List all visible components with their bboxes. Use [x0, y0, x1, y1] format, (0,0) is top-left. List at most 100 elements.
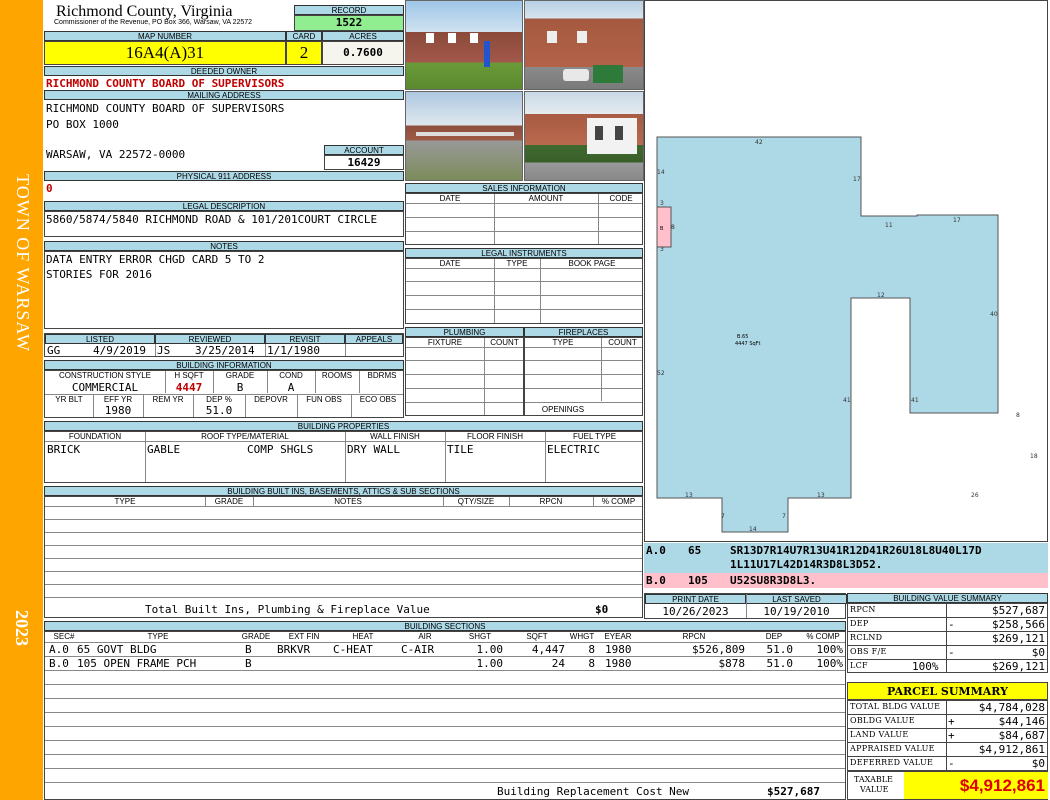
- section-row-a: A.0 65 GOVT BLDG B BRKVR C-HEAT C-AIR 1.…: [49, 643, 843, 656]
- svg-text:42: 42: [755, 139, 763, 146]
- sketch-code-a: A.0 65 SR13D7R14U7R13U41R12D41R26U18L8U4…: [644, 543, 1048, 573]
- builtins-col-qty: QTY/SIZE: [457, 497, 495, 506]
- sec-col-whgt: WHGT: [569, 632, 595, 641]
- sketch-area-code: B.65: [737, 334, 748, 340]
- fireplaces-table: TYPE COUNT OPENINGS: [524, 337, 643, 416]
- svg-text:7: 7: [721, 513, 725, 520]
- sec-col-sec: SEC#: [53, 632, 75, 641]
- taxable-label-2: VALUE: [860, 785, 889, 794]
- dep-value: 51.0: [205, 404, 233, 417]
- reviewed-date: 3/25/2014: [195, 344, 255, 357]
- notes-line-2: STORIES FOR 2016: [46, 268, 152, 281]
- sketch-code-b: B.0 105 U52SU8R3D8L3.: [644, 573, 1048, 588]
- building-sections-label: BUILDING SECTIONS: [44, 621, 846, 631]
- brcn-label: Building Replacement Cost New: [497, 785, 690, 798]
- instruments-label: LEGAL INSTRUMENTS: [405, 248, 643, 258]
- rooms-label: ROOMS: [321, 371, 353, 380]
- builtins-col-type: TYPE: [114, 497, 136, 506]
- property-photo-1: [405, 0, 523, 90]
- last-saved-value: 10/19/2010: [763, 605, 830, 618]
- listed-label: LISTED: [45, 334, 155, 344]
- sec-col-heat: HEAT: [352, 632, 374, 641]
- taxable-value-box: TAXABLE VALUE $4,912,861: [847, 771, 1048, 800]
- sales-col-code: CODE: [609, 194, 633, 203]
- builtins-col-rpcn: RPCN: [539, 497, 563, 506]
- sketch-area-sqft: 4447 SqFt: [735, 341, 761, 347]
- instruments-col-type: TYPE: [506, 259, 528, 268]
- physical-address-label: PHYSICAL 911 ADDRESS: [44, 171, 404, 181]
- map-number-label: MAP NUMBER: [44, 31, 286, 41]
- reviewed-label: REVIEWED: [155, 334, 265, 344]
- wall-label: WALL FINISH: [370, 432, 420, 441]
- bvs-label: BUILDING VALUE SUMMARY: [847, 593, 1048, 603]
- svg-text:7: 7: [782, 513, 786, 520]
- roof-label: ROOF TYPE/MATERIAL: [201, 432, 289, 441]
- svg-text:17: 17: [953, 217, 961, 224]
- sec-col-type: TYPE: [147, 632, 169, 641]
- svg-text:3: 3: [660, 246, 664, 253]
- instruments-col-date: DATE: [439, 259, 461, 268]
- fireplaces-label: FIREPLACES: [524, 327, 643, 337]
- appeals-label: APPEALS: [345, 334, 403, 344]
- svg-text:26: 26: [971, 492, 979, 499]
- card-value: 2: [286, 41, 322, 65]
- deeded-owner-label: DEEDED OWNER: [44, 66, 404, 76]
- plumbing-table: FIXTURE COUNT: [405, 337, 524, 416]
- card-label: CARD: [286, 31, 322, 41]
- grade-label: GRADE: [225, 371, 255, 380]
- building-props-label: BUILDING PROPERTIES: [44, 421, 643, 431]
- funobs-label: FUN OBS: [306, 395, 342, 404]
- svg-text:8: 8: [671, 224, 675, 231]
- account-label: ACCOUNT: [324, 145, 404, 155]
- plumbing-col-fixture: FIXTURE: [427, 338, 463, 347]
- sec-col-extfin: EXT FIN: [288, 632, 320, 641]
- listed-date: 4/9/2019: [93, 344, 146, 357]
- building-sections-table: SEC# TYPE GRADE EXT FIN HEAT AIR SHGT SQ…: [44, 631, 846, 800]
- sec-col-grade: GRADE: [241, 632, 271, 641]
- fireplaces-col-type: TYPE: [552, 338, 574, 347]
- floor-value: TILE: [447, 443, 474, 456]
- svg-text:40: 40: [990, 311, 998, 318]
- last-saved-label: LAST SAVED: [746, 594, 847, 604]
- section-row-b: B.0 105 OPEN FRAME PCH B 1.00 24 8 1980 …: [49, 657, 843, 670]
- builtins-label: BUILDING BUILT INS, BASEMENTS, ATTICS & …: [44, 486, 643, 496]
- parcel-summary-label: PARCEL SUMMARY: [847, 682, 1048, 700]
- property-photo-4: [524, 91, 644, 181]
- style-label: CONSTRUCTION STYLE: [58, 371, 151, 380]
- svg-text:11: 11: [885, 222, 893, 229]
- sidebar-town: TOWN OF WARSAW: [13, 174, 33, 352]
- builtins-total-label: Total Built Ins, Plumbing & Fireplace Va…: [145, 603, 430, 616]
- listed-by: GG: [47, 344, 61, 357]
- svg-text:13: 13: [817, 492, 825, 499]
- record-label: RECORD: [294, 5, 404, 15]
- hsqft-label: H SQFT: [174, 371, 204, 380]
- fuel-value: ELECTRIC: [547, 443, 600, 456]
- account-value: 16429: [324, 155, 404, 170]
- svg-text:14: 14: [657, 169, 665, 176]
- ecoobs-label: ECO OBS: [359, 395, 397, 404]
- sketch-b-mark: B: [660, 226, 664, 232]
- plumbing-label: PLUMBING: [405, 327, 524, 337]
- revisit-date: 1/1/1980: [267, 344, 320, 357]
- sidebar-year: 2023: [12, 610, 32, 646]
- effyr-value: 1980: [104, 404, 132, 417]
- sec-col-sqft: SQFT: [526, 632, 548, 641]
- mailing-line-3: WARSAW, VA 22572-0000: [46, 148, 186, 161]
- effyr-label: EFF YR: [103, 395, 133, 404]
- building-props-table: FOUNDATION ROOF TYPE/MATERIAL WALL FINIS…: [44, 431, 643, 483]
- svg-text:13: 13: [685, 492, 693, 499]
- builtins-table: TYPE GRADE NOTES QTY/SIZE RPCN % COMP To…: [44, 496, 643, 618]
- fuel-label: FUEL TYPE: [572, 432, 617, 441]
- cond-value: A: [287, 381, 295, 394]
- style-value: COMMERCIAL: [71, 381, 139, 394]
- sec-col-dep: DEP: [765, 632, 783, 641]
- sec-col-eyear: EYEAR: [604, 632, 632, 641]
- depovr-label: DEPOVR: [254, 395, 288, 404]
- deeded-owner-value: RICHMOND COUNTY BOARD OF SUPERVISORS: [46, 77, 285, 90]
- instruments-table: DATE TYPE BOOK PAGE: [405, 258, 643, 324]
- map-number-value: 16A4(A)31: [44, 41, 286, 65]
- physical-address-value: 0: [46, 182, 53, 195]
- svg-text:18: 18: [1030, 453, 1038, 460]
- mailing-address-label: MAILING ADDRESS: [44, 90, 404, 100]
- instruments-col-bookpage: BOOK PAGE: [568, 259, 616, 268]
